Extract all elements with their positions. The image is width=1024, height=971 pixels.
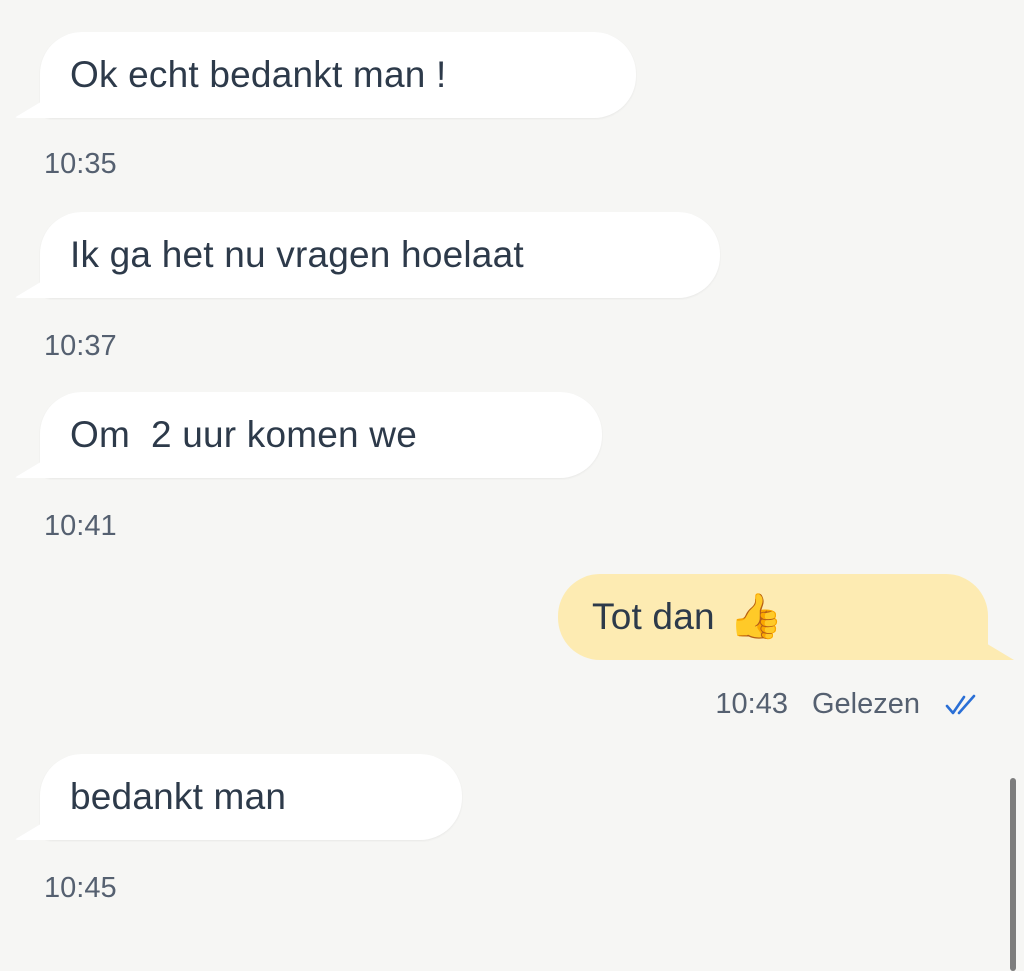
thumbs-up-icon: 👍 [728,592,784,641]
message-timestamp: 10:43 [715,688,788,720]
message-text: bedankt man [70,776,287,817]
message-timestamp: 10:37 [44,330,117,362]
message-bubble-incoming[interactable]: bedankt man [40,754,462,840]
message-bubble-incoming[interactable]: Ok echt bedankt man ! [40,32,636,118]
message-text: Tot dan [592,596,715,637]
message-timestamp: 10:41 [44,510,117,542]
message-text: Ok echt bedankt man ! [70,54,447,95]
message-bubble-outgoing[interactable]: Tot dan 👍 [558,574,988,660]
read-status-label: Gelezen [811,688,920,720]
scrollbar[interactable] [1010,778,1016,971]
message-status-row: 10:43 Gelezen [715,688,980,721]
message-text: Om 2 uur komen we [70,414,418,455]
double-check-icon [945,694,976,714]
message-bubble-incoming[interactable]: Om 2 uur komen we [40,392,602,478]
message-text: Ik ga het nu vragen hoelaat [70,234,524,275]
message-timestamp: 10:35 [44,148,117,180]
message-timestamp: 10:45 [44,872,117,904]
message-bubble-incoming[interactable]: Ik ga het nu vragen hoelaat [40,212,720,298]
